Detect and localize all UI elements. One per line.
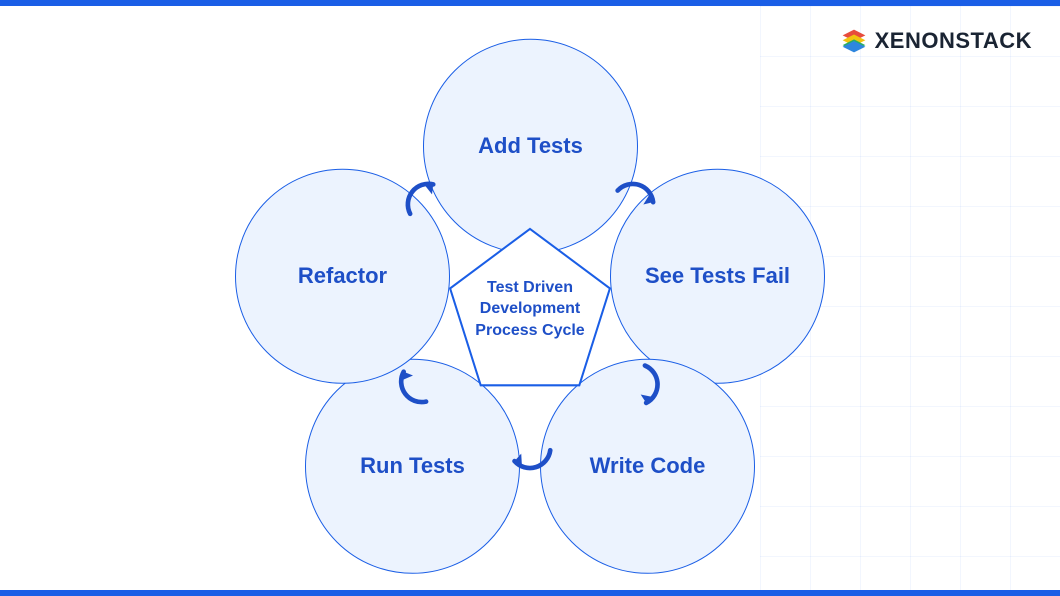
tdd-cycle-diagram: Add Tests See Tests Fail Write Code Run … <box>210 39 850 579</box>
center-pentagon: Test Driven Development Process Cycle <box>445 224 615 394</box>
step-label: Write Code <box>590 453 706 479</box>
step-add-tests: Add Tests <box>423 39 638 254</box>
center-label: Test Driven Development Process Cycle <box>445 276 615 341</box>
step-label: Run Tests <box>360 453 465 479</box>
brand-name: XENONSTACK <box>875 28 1032 54</box>
arrow-icon <box>385 357 441 413</box>
brand-logo: XENONSTACK <box>841 28 1032 54</box>
step-label: Refactor <box>298 263 387 289</box>
diagram-frame: XENONSTACK Add Tests See Tests Fail Writ… <box>0 0 1060 596</box>
step-label: See Tests Fail <box>645 263 790 289</box>
step-label: Add Tests <box>478 133 583 159</box>
